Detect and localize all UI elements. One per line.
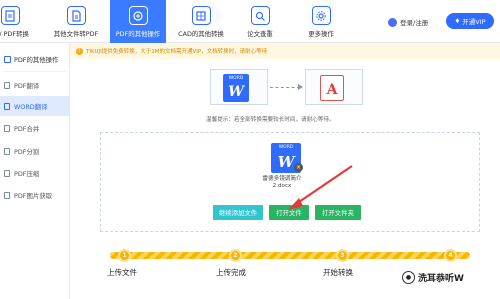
step-label: 上传完成 (216, 268, 246, 277)
pdf-convert-icon (0, 6, 20, 25)
tool-more-operations[interactable]: 更多操作 (293, 0, 349, 43)
warning-icon: ! (76, 47, 83, 55)
tool-pdf-operations[interactable]: PDF的其他操作 (110, 0, 166, 43)
step-label: 开始转换 (323, 268, 353, 277)
sidebar-item-pdf-compress[interactable]: PDF压缩 (0, 163, 70, 183)
sidebar-item-pdf-image-extract[interactable]: PDF图片获取 (0, 185, 70, 205)
file-type-label: WORD (278, 145, 294, 150)
word-file-icon: WORD W (223, 74, 249, 102)
top-toolbar: AI / PDF转换 其他文件转PDF PDF的其他操作 CAD的其他转换 论文… (0, 0, 500, 43)
sidebar-item-label: PDF图片获取 (14, 191, 53, 200)
tip-text: 温馨提示：若全部转换需要较长时间，请耐心等待。 (206, 117, 335, 123)
sidebar-item-label: PDF翻译 (14, 81, 40, 90)
tool-cad-convert[interactable]: CAD的其他转换 (173, 0, 229, 43)
file-to-pdf-icon (66, 6, 86, 25)
tool-pdf-convert[interactable]: AI / PDF转换 (0, 0, 38, 43)
file-letter: W (228, 84, 244, 100)
sidebar-item-label: PDF分割 (14, 147, 40, 156)
user-icon (388, 17, 397, 27)
more-operations-icon (311, 6, 331, 25)
tool-label: 其他文件转PDF (53, 30, 99, 38)
add-more-files-button[interactable]: 继续添加文件 (213, 205, 263, 220)
pdf-acrobat-mark: A (326, 82, 338, 98)
open-file-button[interactable]: 打开文件 (269, 205, 309, 220)
progress-bar (110, 252, 470, 259)
document-icon (4, 124, 10, 132)
file-type-label: WORD (228, 76, 244, 81)
vip-button[interactable]: ♦ 开通VIP (446, 13, 494, 29)
step-marker: 3 (336, 249, 349, 262)
uploaded-file-name: 雷德多镜调简介2.docx (262, 176, 302, 189)
watermark: ● 洗耳恭听W (400, 270, 466, 285)
step-marker: 2 (229, 249, 242, 262)
tool-file-to-pdf[interactable]: 其他文件转PDF (48, 0, 104, 43)
document-icon (4, 169, 10, 177)
tool-label: PDF的其他操作 (115, 30, 161, 38)
pdf-file-icon: A (320, 75, 344, 101)
sidebar-item-pdf-translate[interactable]: PDF翻译 (0, 75, 70, 95)
step-marker: 4 (444, 249, 457, 262)
document-icon (4, 81, 10, 89)
tool-plagiarism-check[interactable]: 论文查重 (232, 0, 288, 43)
source-format-box: WORD W (210, 69, 268, 105)
tool-label: 更多操作 (308, 30, 334, 38)
tool-label: AI / PDF转换 (0, 30, 29, 38)
tool-label: CAD的其他转换 (178, 30, 224, 38)
conversion-arrow (270, 87, 300, 88)
notice-bar: ! TIKUJI提供免费转换，大于1M的文档需开通VIP，文档转换时，请耐心等待 (70, 43, 500, 59)
sidebar-header-label: PDF的其他操作 (14, 55, 59, 64)
notice-text: TIKUJI提供免费转换，大于1M的文档需开通VIP，文档转换时，请耐心等待 (86, 49, 268, 55)
sidebar-item-pdf-split[interactable]: PDF分割 (0, 141, 70, 161)
plagiarism-check-icon (250, 6, 270, 25)
login-link[interactable]: 登录/注册 (388, 16, 428, 28)
vip-icon: ♦ (454, 17, 461, 25)
tool-label: 论文查重 (247, 30, 273, 38)
document-icon (4, 191, 10, 199)
pdf-operations-icon (4, 55, 11, 63)
divider (4, 71, 66, 72)
step-label: 上传文件 (107, 268, 137, 277)
vip-label: 开通VIP (462, 18, 486, 26)
remove-file-icon[interactable]: × (294, 163, 303, 172)
document-icon (4, 147, 10, 155)
arrow-head (298, 84, 303, 90)
sidebar-item-label: PDF合并 (14, 124, 40, 133)
sidebar-header: PDF的其他操作 (0, 51, 70, 67)
cad-convert-icon (191, 6, 211, 25)
pdf-operations-icon (128, 6, 148, 25)
wechat-logo-icon: ● (402, 271, 415, 284)
document-icon (4, 102, 10, 110)
login-label: 登录/注册 (400, 19, 429, 27)
sidebar-item-label: WORD翻译 (14, 102, 48, 111)
target-format-box: A (305, 69, 363, 105)
sidebar-item-word-translate[interactable]: WORD翻译 (0, 96, 70, 116)
sidebar-item-label: PDF压缩 (14, 169, 40, 178)
sidebar: PDF的其他操作 PDF翻译 WORD翻译 PDF合并 PDF分割 PDF压缩 … (0, 43, 70, 299)
watermark-text: 洗耳恭听W (418, 274, 464, 284)
open-folder-button[interactable]: 打开文件夹 (315, 205, 361, 220)
step-marker: 1 (118, 249, 131, 262)
sidebar-item-pdf-merge[interactable]: PDF合并 (0, 118, 70, 138)
